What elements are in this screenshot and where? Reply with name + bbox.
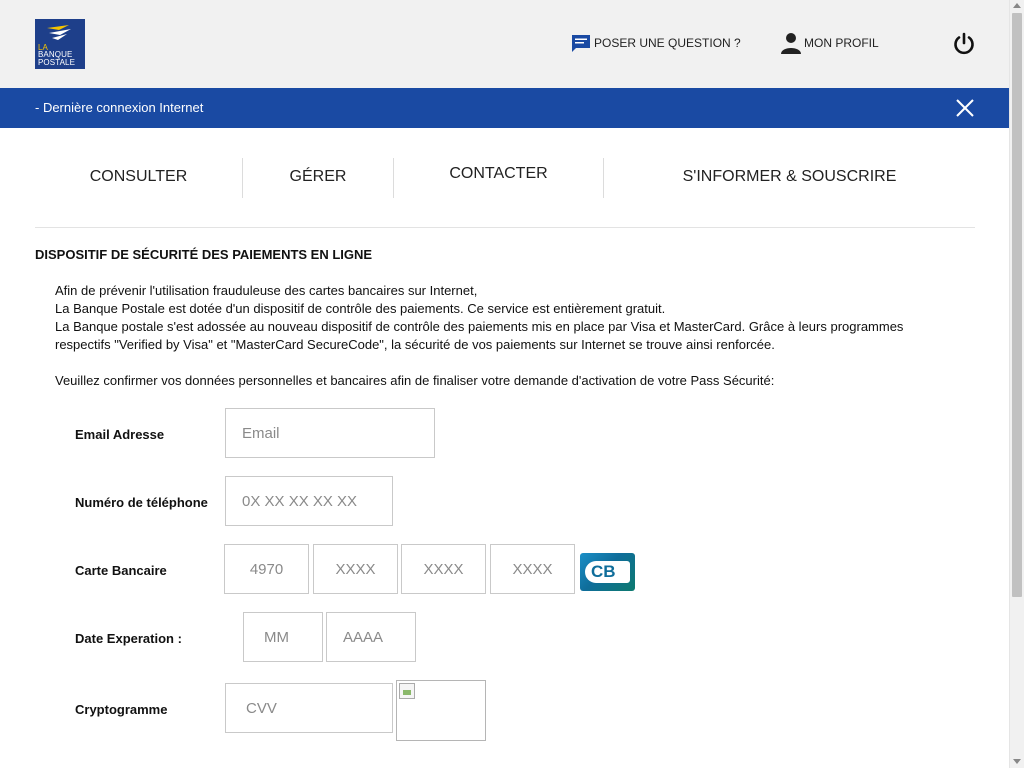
cb-logo-text: CB xyxy=(591,562,616,581)
intro-line: Afin de prévenir l'utilisation frauduleu… xyxy=(55,283,478,298)
phone-field[interactable] xyxy=(225,476,393,526)
intro-line: La Banque postale s'est adossée au nouve… xyxy=(55,319,904,352)
scroll-up-arrow-icon[interactable] xyxy=(1013,3,1021,8)
expiry-month-field[interactable] xyxy=(243,612,323,662)
my-profile-label: MON PROFIL xyxy=(804,36,879,50)
broken-image-icon xyxy=(399,683,415,699)
scrollbar-thumb[interactable] xyxy=(1012,13,1022,597)
scroll-down-arrow-icon[interactable] xyxy=(1013,759,1021,764)
cvv-field[interactable] xyxy=(225,683,393,733)
la-banque-postale-logo[interactable]: LA BANQUE POSTALE xyxy=(35,19,85,69)
cvv-label: Cryptogramme xyxy=(75,702,168,717)
last-connection-text: - Dernière connexion Internet xyxy=(35,100,204,115)
ask-question-label: POSER UNE QUESTION ? xyxy=(594,36,741,50)
ask-question-link[interactable]: POSER UNE QUESTION ? xyxy=(571,32,741,54)
email-label: Email Adresse xyxy=(75,427,165,442)
logo-line-3: POSTALE xyxy=(38,58,76,67)
instruction-text: Veuillez confirmer vos données personnel… xyxy=(55,373,775,388)
phone-label: Numéro de téléphone xyxy=(75,495,208,510)
page-scrollbar[interactable] xyxy=(1009,0,1024,768)
my-profile-link[interactable]: MON PROFIL xyxy=(781,32,879,54)
intro-line: La Banque Postale est dotée d'un disposi… xyxy=(55,301,666,316)
card-number-part-3[interactable] xyxy=(401,544,486,594)
nav-informer-souscrire[interactable]: S'INFORMER & SOUSCRIRE xyxy=(604,156,975,198)
cvv-help-image xyxy=(396,680,486,741)
intro-text: Afin de prévenir l'utilisation frauduleu… xyxy=(55,282,935,390)
nav-divider-line xyxy=(35,227,975,228)
nav-consulter[interactable]: CONSULTER xyxy=(35,156,242,198)
close-icon xyxy=(956,99,974,117)
last-connection-banner: - Dernière connexion Internet xyxy=(0,88,1009,128)
card-number-part-2[interactable] xyxy=(313,544,398,594)
header: LA BANQUE POSTALE POSER UNE QUESTION ? M… xyxy=(0,0,1009,88)
card-label: Carte Bancaire xyxy=(75,563,167,578)
card-number-part-1[interactable] xyxy=(224,544,309,594)
power-icon xyxy=(954,32,974,55)
close-banner-button[interactable] xyxy=(955,98,975,118)
email-field[interactable] xyxy=(225,408,435,458)
nav-gerer[interactable]: GÉRER xyxy=(243,156,393,198)
chat-icon xyxy=(572,35,590,52)
expiry-year-field[interactable] xyxy=(326,612,416,662)
logout-button[interactable] xyxy=(952,32,976,56)
cb-card-logo: CB xyxy=(580,553,635,591)
page: LA BANQUE POSTALE POSER UNE QUESTION ? M… xyxy=(0,0,1009,768)
expiry-label: Date Experation : xyxy=(75,631,182,646)
main-nav: CONSULTER GÉRER CONTACTER S'INFORMER & S… xyxy=(35,156,975,198)
user-icon xyxy=(781,33,801,54)
bird-icon xyxy=(47,25,71,40)
nav-contacter[interactable]: CONTACTER xyxy=(394,153,603,195)
section-title: DISPOSITIF DE SÉCURITÉ DES PAIEMENTS EN … xyxy=(35,247,373,262)
card-number-part-4[interactable] xyxy=(490,544,575,594)
